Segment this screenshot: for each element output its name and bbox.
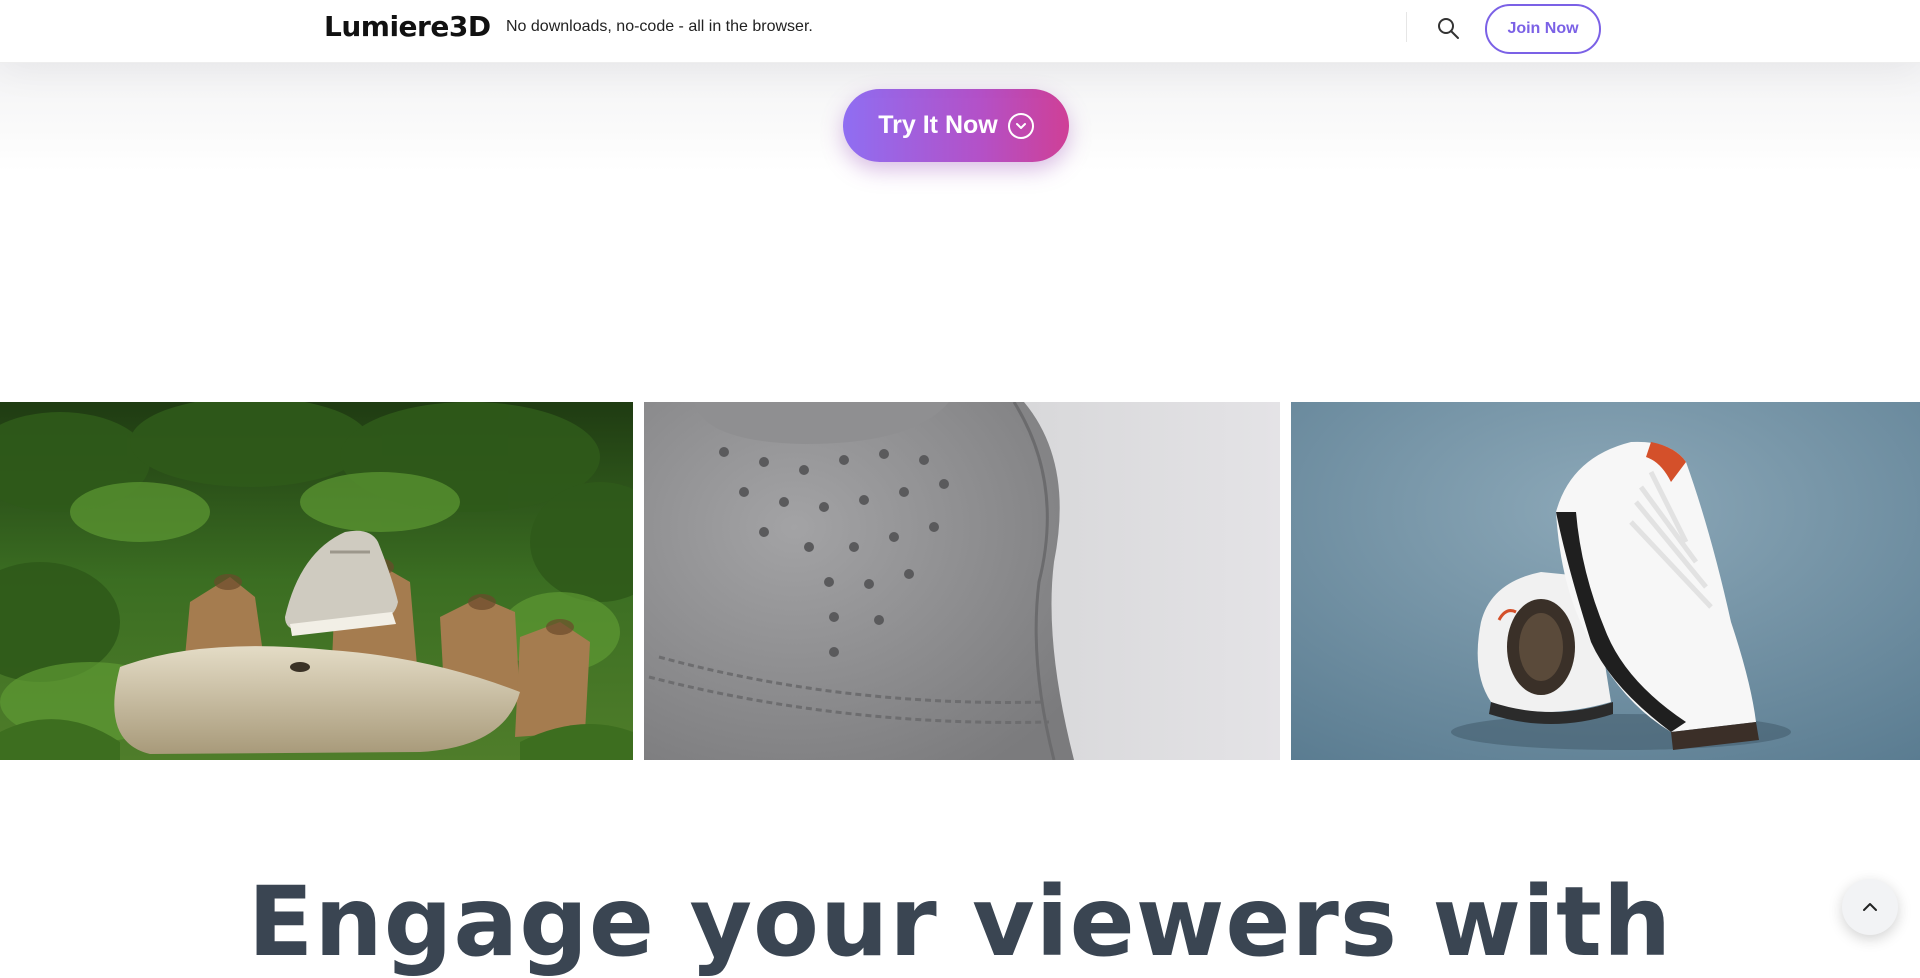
try-it-now-label: Try It Now [878,111,998,139]
scroll-to-top-button[interactable] [1842,879,1898,935]
chevron-down-circle-icon [1007,112,1034,139]
gallery-image-basketball-sneakers[interactable] [1291,402,1920,760]
section-headline: Engage your viewers with [247,866,1673,978]
join-now-button[interactable]: Join Now [1485,4,1601,54]
sneaker-gallery [0,402,1920,760]
gallery-image-toe-box-closeup[interactable] [644,402,1280,760]
try-it-now-button[interactable]: Try It Now [843,89,1069,162]
search-button[interactable] [1432,12,1464,44]
header-divider [1406,12,1407,42]
site-header: Lumiere3D No downloads, no-code - all in… [0,0,1920,63]
gallery-image-forest-sneaker[interactable] [0,402,633,760]
chevron-up-icon [1863,903,1877,911]
header-tagline: No downloads, no-code - all in the brows… [506,18,813,35]
search-icon [1438,18,1459,39]
site-logo[interactable]: Lumiere3D [324,10,491,43]
